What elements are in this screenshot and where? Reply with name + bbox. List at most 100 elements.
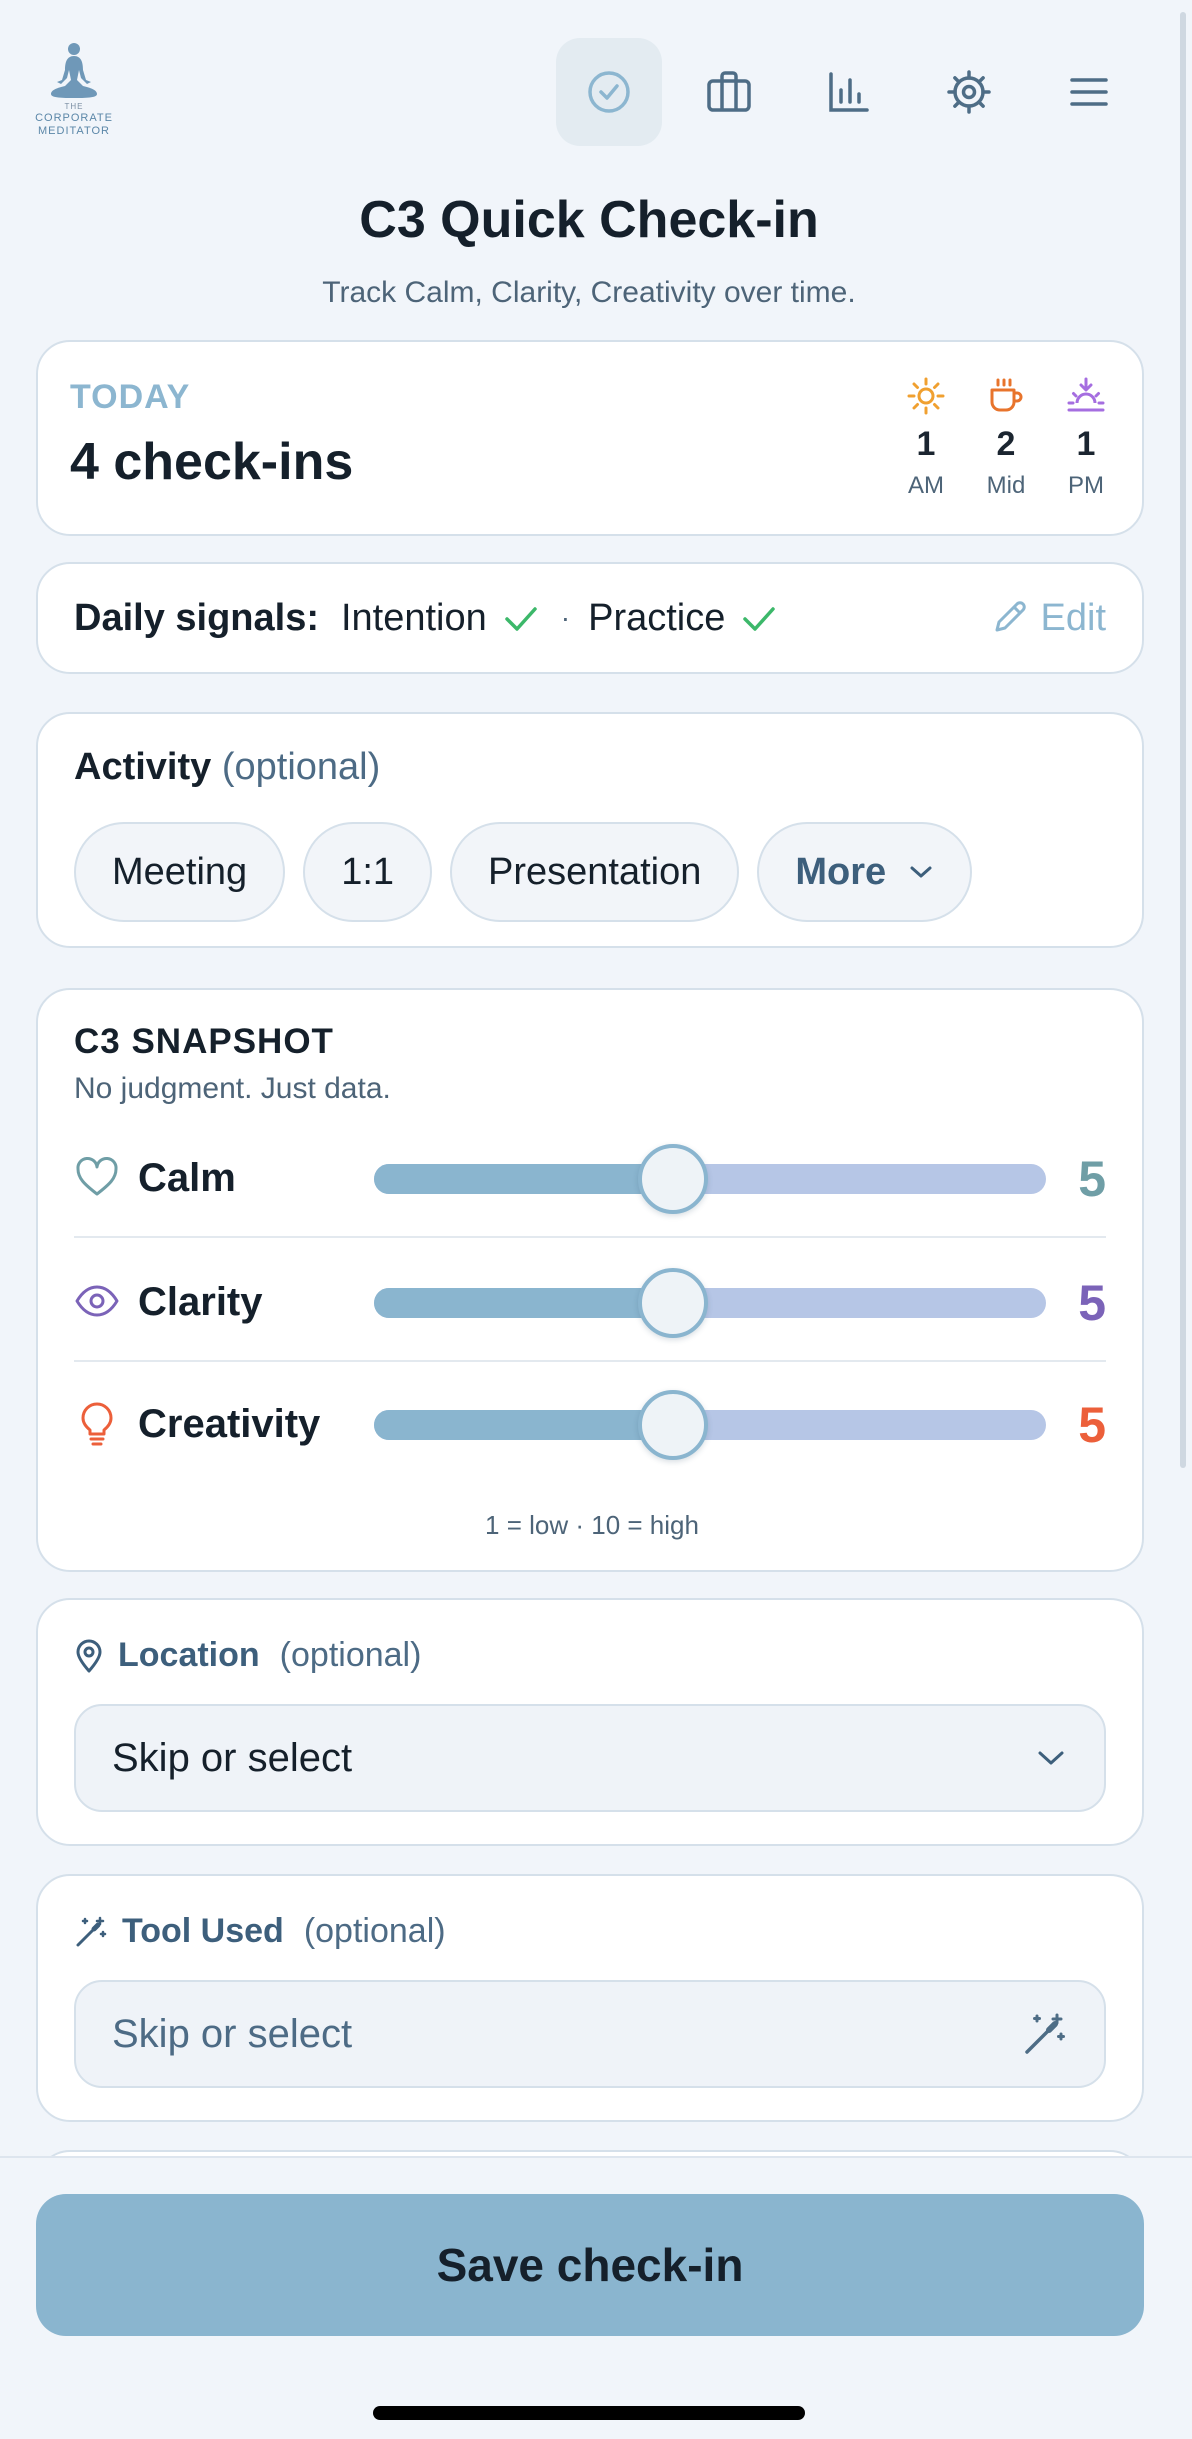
scrollbar[interactable] — [1180, 12, 1186, 1468]
clarity-value: 5 — [1078, 1275, 1106, 1331]
scale-hint: 1 = low · 10 = high — [485, 1510, 699, 1540]
calm-value: 5 — [1078, 1151, 1106, 1207]
activity-card: Activity (optional) Meeting 1:1 Presenta… — [36, 712, 1144, 948]
today-check-in-count: 4 check-ins — [70, 433, 354, 491]
nav-work-button[interactable] — [676, 38, 782, 146]
activity-optional: (optional) — [221, 746, 381, 788]
magic-wand-icon — [1025, 2013, 1065, 2054]
location-select-value: Skip or select — [112, 1735, 353, 1780]
calm-slider-thumb[interactable] — [637, 1144, 708, 1214]
bar-chart-icon — [829, 72, 869, 112]
calm-slider[interactable] — [374, 1144, 1046, 1214]
calm-slider-fill — [374, 1164, 673, 1194]
lightbulb-icon — [81, 1402, 113, 1446]
snapshot-subtitle: No judgment. Just data. — [74, 1072, 391, 1105]
nav-check-in-button[interactable] — [556, 38, 662, 146]
bottom-action-bar: Save check-in — [0, 2156, 1192, 2439]
activity-chips: Meeting 1:1 Presentation More — [74, 822, 973, 922]
clarity-slider-row: Clarity 5 — [74, 1240, 1106, 1362]
creativity-slider-fill — [374, 1410, 673, 1440]
location-heading: Location (optional) — [74, 1636, 421, 1675]
signal-intention: Intention — [340, 596, 487, 639]
app-header: THE CORPORATE MEDITATOR — [0, 0, 1192, 180]
creativity-label: Creativity — [138, 1402, 321, 1446]
more-label: More — [795, 850, 887, 893]
activity-chip-presentation[interactable]: Presentation — [450, 822, 740, 922]
c3-snapshot-card: C3 SNAPSHOT No judgment. Just data. Calm… — [36, 988, 1144, 1572]
signal-practice: Practice — [588, 596, 726, 639]
tool-select-placeholder: Skip or select — [112, 2011, 353, 2056]
meditator-logo-icon — [51, 43, 97, 98]
clarity-slider[interactable] — [374, 1268, 1046, 1338]
today-time-slots: 1 AM 2 Mid 1 PM — [894, 376, 1118, 500]
activity-chip-one-on-one[interactable]: 1:1 — [303, 822, 433, 922]
slot-am: 1 AM — [894, 376, 958, 500]
tool-heading: Tool Used (optional) — [74, 1912, 446, 1951]
map-pin-icon — [76, 1639, 102, 1672]
slot-mid-count: 2 — [996, 425, 1016, 463]
activity-heading: Activity (optional) — [74, 746, 380, 789]
brand-logo[interactable]: THE CORPORATE MEDITATOR — [34, 40, 114, 145]
location-optional: (optional) — [279, 1636, 422, 1674]
slot-mid: 2 Mid — [974, 376, 1038, 500]
sunset-icon — [1067, 377, 1105, 412]
slot-pm-label: PM — [1068, 472, 1104, 499]
today-label: TODAY — [70, 378, 191, 416]
nav-menu-button[interactable] — [1036, 38, 1142, 146]
heart-icon — [76, 1157, 118, 1196]
menu-icon — [1070, 78, 1108, 106]
clarity-label: Clarity — [138, 1280, 263, 1324]
sun-icon — [907, 377, 945, 415]
activity-more-button[interactable]: More — [757, 822, 973, 922]
briefcase-icon — [707, 71, 751, 112]
calm-label: Calm — [138, 1156, 236, 1200]
pencil-icon — [995, 601, 1026, 632]
logo-line-2: MEDITATOR — [38, 125, 110, 137]
coffee-icon — [990, 378, 1023, 412]
creativity-slider-thumb[interactable] — [637, 1390, 708, 1460]
location-select[interactable]: Skip or select — [74, 1704, 1106, 1812]
gear-icon — [947, 70, 991, 114]
slot-am-label: AM — [908, 472, 944, 499]
eye-icon — [75, 1285, 119, 1317]
tool-select[interactable]: Skip or select — [74, 1980, 1106, 2088]
chevron-down-icon — [910, 866, 932, 878]
logo-small-text: THE — [64, 102, 84, 111]
slot-pm: 1 PM — [1054, 376, 1118, 500]
clarity-slider-thumb[interactable] — [637, 1268, 708, 1338]
nav-stats-button[interactable] — [796, 38, 902, 146]
slot-pm-count: 1 — [1076, 425, 1096, 463]
creativity-value: 5 — [1078, 1397, 1106, 1453]
activity-label: Activity — [74, 746, 212, 788]
snapshot-title: C3 SNAPSHOT — [74, 1022, 334, 1061]
intention-check-icon — [505, 607, 537, 631]
edit-label: Edit — [1040, 596, 1106, 639]
nav-settings-button[interactable] — [916, 38, 1022, 146]
top-nav — [556, 38, 1142, 146]
activity-chip-meeting[interactable]: Meeting — [74, 822, 286, 922]
daily-signals-card: Daily signals: Intention · Practice Edit — [36, 562, 1144, 674]
clarity-slider-fill — [374, 1288, 673, 1318]
daily-signals-label: Daily signals: — [74, 596, 319, 639]
practice-check-icon — [743, 607, 776, 631]
tool-optional: (optional) — [303, 1912, 446, 1950]
logo-line-1: CORPORATE — [35, 112, 113, 124]
save-check-in-button[interactable]: Save check-in — [36, 2194, 1144, 2336]
check-in-screen: THE CORPORATE MEDITATOR C3 Quick Check-i… — [0, 0, 1192, 2439]
creativity-slider-row: Creativity 5 — [74, 1362, 1106, 1484]
calm-slider-row: Calm 5 — [74, 1116, 1106, 1238]
location-label: Location — [118, 1636, 260, 1674]
edit-signals-button[interactable]: Edit — [989, 597, 1106, 640]
tool-label: Tool Used — [122, 1912, 284, 1950]
page-subtitle: Track Calm, Clarity, Creativity over tim… — [322, 276, 856, 309]
check-circle-icon — [588, 71, 630, 113]
home-indicator — [373, 2406, 805, 2420]
page-title: C3 Quick Check-in — [359, 191, 819, 249]
creativity-slider[interactable] — [374, 1390, 1046, 1460]
signal-separator: · — [560, 602, 571, 633]
title-block: C3 Quick Check-in Track Calm, Clarity, C… — [0, 190, 1178, 310]
today-summary-card: TODAY 4 check-ins 1 AM 2 Mid 1 PM — [36, 340, 1144, 536]
slot-mid-label: Mid — [986, 472, 1026, 499]
location-card: Location (optional) Skip or select — [36, 1598, 1144, 1846]
magic-wand-icon — [76, 1916, 107, 1946]
